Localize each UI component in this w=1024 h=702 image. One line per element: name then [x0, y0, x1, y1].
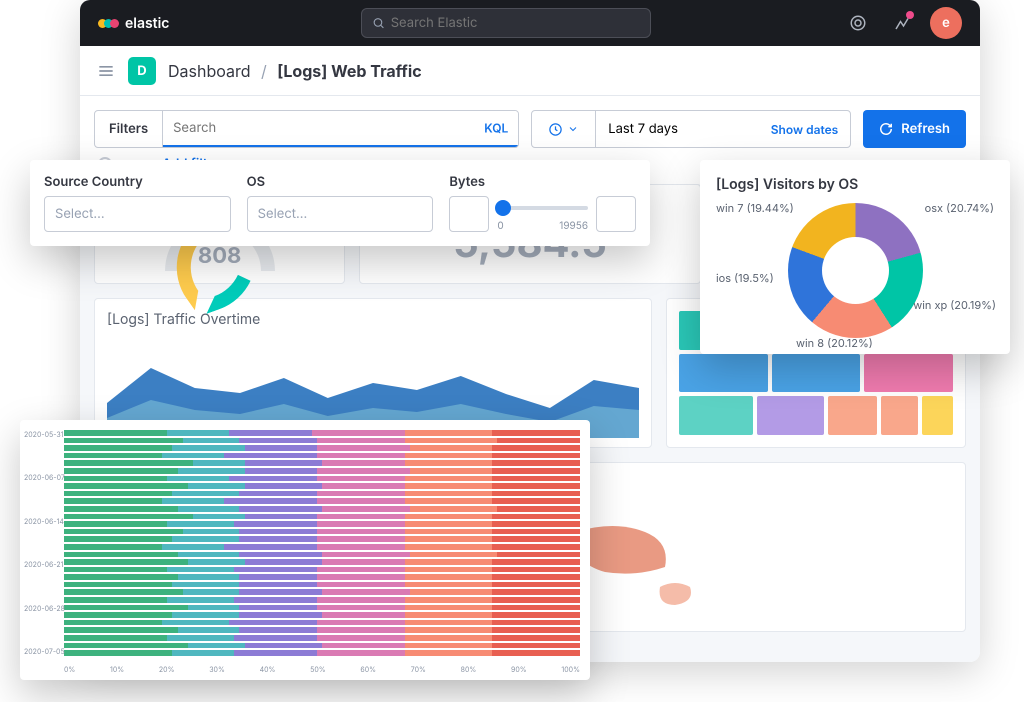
bytes-slider[interactable]: 0 19956 [497, 196, 588, 232]
controls-popover: Source Country Select... OS Select... By… [30, 160, 650, 246]
show-dates-link[interactable]: Show dates [771, 122, 839, 137]
elastic-logo-icon [98, 19, 119, 28]
control-os-label: OS [247, 174, 434, 190]
brand-name: elastic [125, 15, 169, 32]
user-avatar[interactable]: e [930, 7, 962, 39]
traffic-title: [Logs] Traffic Overtime [107, 311, 639, 328]
visitors-os-popover: [Logs] Visitors by OS osx (20.74%) win x… [700, 160, 1010, 354]
global-search-input[interactable] [391, 15, 640, 31]
global-header: elastic e [80, 0, 980, 46]
global-search[interactable] [361, 8, 651, 38]
date-picker[interactable]: Last 7 days Show dates [531, 110, 851, 148]
donut-label-osx: osx (20.74%) [925, 201, 994, 215]
refresh-icon [879, 122, 893, 136]
breadcrumb: Dashboard / [Logs] Web Traffic [168, 61, 422, 81]
breadcrumb-sep-icon: / [261, 61, 267, 81]
control-country-label: Source Country [44, 174, 231, 190]
calendar-icon [548, 122, 563, 137]
stacked-y-axis: 2020-05-312020-06-072020-06-142020-06-21… [24, 430, 65, 656]
app-badge[interactable]: D [128, 57, 156, 85]
slider-knob-icon[interactable] [495, 200, 511, 216]
donut-label-winxp: win xp (20.19%) [913, 298, 996, 312]
bytes-min-input[interactable] [449, 196, 489, 232]
stacked-x-axis: 0%10%20%30%40%50%60%70%80%90%100% [64, 665, 580, 674]
stacked-chart-popover: 2020-05-312020-06-072020-06-142020-06-21… [20, 420, 590, 680]
visitors-os-title: [Logs] Visitors by OS [716, 176, 994, 193]
refresh-button[interactable]: Refresh [863, 110, 966, 148]
donut-label-win7: win 7 (19.44%) [716, 201, 794, 215]
brand[interactable]: elastic [98, 15, 169, 32]
donut-label-ios: ios (19.5%) [716, 271, 774, 285]
menu-icon[interactable] [96, 61, 116, 81]
control-country-select[interactable]: Select... [44, 196, 231, 232]
page-header: D Dashboard / [Logs] Web Traffic [80, 46, 980, 96]
control-os-select[interactable]: Select... [247, 196, 434, 232]
stacked-bar-chart [64, 430, 580, 656]
filters-button[interactable]: Filters [95, 111, 163, 147]
bytes-min-label: 0 [497, 220, 503, 232]
date-range-label: Last 7 days [608, 121, 678, 137]
chevron-down-icon [567, 123, 579, 135]
visitors-os-donut-chart [788, 203, 923, 338]
notification-dot-icon [906, 11, 914, 19]
gauge1-value: 808 [165, 243, 275, 269]
search-icon [372, 16, 385, 30]
newsfeed-icon[interactable] [886, 7, 918, 39]
query-input[interactable] [163, 111, 518, 145]
control-bytes-label: Bytes [449, 174, 636, 190]
query-lang-toggle[interactable]: KQL [484, 121, 508, 136]
bytes-max-input[interactable] [596, 196, 636, 232]
breadcrumb-root[interactable]: Dashboard [168, 61, 251, 81]
query-box: Filters KQL [94, 110, 519, 148]
donut-label-win8: win 8 (20.12%) [796, 336, 873, 350]
query-toolbar: Filters KQL Last 7 days Show dates Refre… [80, 96, 980, 156]
breadcrumb-current: [Logs] Web Traffic [277, 61, 421, 81]
help-icon[interactable] [842, 7, 874, 39]
bytes-max-label: 19956 [559, 220, 588, 232]
refresh-label: Refresh [901, 121, 950, 137]
